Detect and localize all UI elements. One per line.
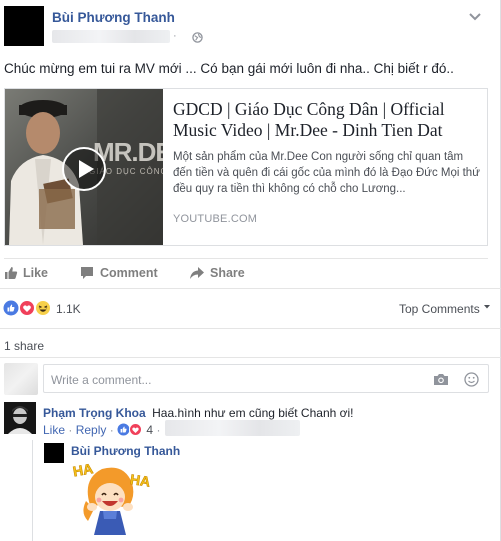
separator: ·: [109, 423, 114, 437]
comment-reply-link[interactable]: Reply: [76, 423, 107, 437]
link-title[interactable]: GDCD | Giáo Dục Công Dân | Official Musi…: [173, 99, 483, 141]
comment-author[interactable]: Phạm Trọng Khoa: [43, 406, 146, 420]
commenter-photo: [4, 402, 36, 434]
globe-icon[interactable]: [192, 32, 203, 43]
link-preview[interactable]: MR.DEE GIÁO DỤC CÔNG GDCD | Giáo Dục Côn…: [4, 88, 488, 246]
post-author-name[interactable]: Bùi Phương Thanh: [52, 10, 175, 25]
comment-reaction-icons[interactable]: [117, 423, 143, 436]
reaction-icons[interactable]: [3, 300, 51, 316]
comment-button[interactable]: Comment: [100, 266, 158, 280]
video-thumbnail[interactable]: MR.DEE GIÁO DỤC CÔNG: [5, 89, 163, 245]
haha-sticker[interactable]: HA HA: [72, 461, 156, 539]
comment-reaction-count[interactable]: 4: [146, 423, 153, 437]
share-count[interactable]: 1 share: [4, 339, 44, 353]
emoji-icon[interactable]: [464, 372, 479, 387]
comment-text: Haa.hình như em cũng biết Chanh ơi!: [152, 406, 354, 420]
post-text: Chúc mừng em tui ra MV mới ... Có bạn gá…: [4, 61, 454, 76]
reaction-count[interactable]: 1.1K: [56, 302, 81, 316]
like-button[interactable]: Like: [23, 266, 48, 280]
comment-actions: Like · Reply · 4 ·: [43, 423, 160, 437]
play-icon: [79, 160, 94, 178]
divider: [0, 288, 501, 289]
share-icon: [190, 267, 204, 279]
reply-thread-line: [32, 440, 33, 541]
divider: [0, 357, 501, 358]
share-button[interactable]: Share: [210, 266, 245, 280]
haha-reaction-icon: [35, 300, 51, 316]
link-domain: YOUTUBE.COM: [173, 213, 258, 225]
sticker-text-left: HA: [72, 461, 94, 479]
divider: [4, 258, 488, 259]
top-comments-label: Top Comments: [399, 302, 480, 316]
divider: [0, 328, 501, 329]
comment-timestamp-redacted: [165, 420, 300, 436]
sticker-text-right: HA: [129, 471, 151, 490]
like-reaction-icon: [3, 300, 19, 316]
post-card: Bùi Phương Thanh · Chúc mừng em tui ra M…: [0, 0, 501, 541]
viewer-avatar-redacted: [4, 363, 38, 395]
love-reaction-icon: [19, 300, 35, 316]
separator: ·: [68, 423, 73, 437]
camera-icon[interactable]: [433, 373, 449, 386]
comment-icon: [81, 267, 93, 279]
commenter-avatar[interactable]: [4, 402, 36, 434]
comment-input[interactable]: Write a comment...: [43, 364, 489, 393]
play-button[interactable]: [62, 147, 106, 191]
post-timestamp-redacted: [52, 30, 170, 43]
caret-down-icon: [484, 305, 491, 309]
meta-separator: ·: [173, 30, 177, 42]
reply-author[interactable]: Bùi Phương Thanh: [71, 444, 180, 458]
author-avatar[interactable]: [4, 6, 44, 46]
chevron-down-icon[interactable]: [468, 12, 482, 22]
top-comments-dropdown[interactable]: Top Comments: [399, 302, 491, 316]
comment-input-placeholder: Write a comment...: [51, 373, 152, 387]
reply-author-avatar[interactable]: [44, 443, 64, 463]
like-icon: [5, 267, 18, 279]
comment-like-link[interactable]: Like: [43, 423, 65, 437]
link-description: Một sản phẩm của Mr.Dee Con người sống c…: [173, 151, 480, 195]
separator: ·: [156, 423, 161, 437]
